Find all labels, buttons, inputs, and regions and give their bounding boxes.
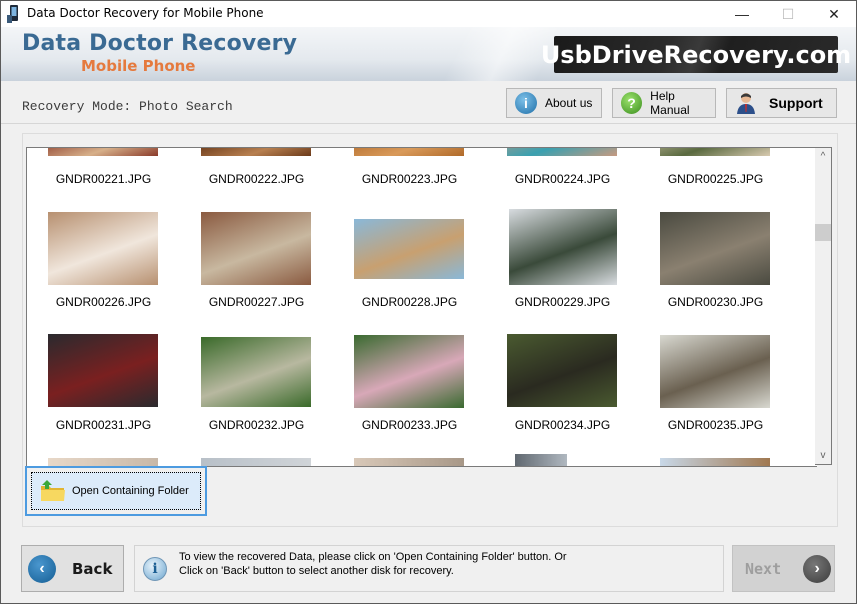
photo-thumbnail[interactable] bbox=[509, 209, 617, 285]
mode-bar: Recovery Mode: Photo Search i About us ?… bbox=[1, 81, 856, 124]
about-us-button[interactable]: i About us bbox=[506, 88, 602, 118]
info-message-line-1: To view the recovered Data, please click… bbox=[179, 551, 567, 563]
photo-thumbnail[interactable] bbox=[507, 148, 617, 156]
close-button[interactable]: ✕ bbox=[811, 1, 856, 27]
photo-thumbnail[interactable] bbox=[354, 219, 464, 279]
back-arrow-icon: ‹ bbox=[28, 554, 56, 583]
scroll-thumb[interactable] bbox=[815, 224, 831, 241]
brand-logo: UsbDriveRecovery.com bbox=[541, 36, 851, 73]
photo-thumbnail[interactable] bbox=[660, 335, 770, 408]
open-folder-label: Open Containing Folder bbox=[72, 485, 189, 497]
scroll-down-button[interactable]: v bbox=[815, 447, 831, 464]
window-title: Data Doctor Recovery for Mobile Phone bbox=[27, 6, 264, 20]
info-icon: i bbox=[515, 92, 537, 114]
scroll-up-button[interactable]: ^ bbox=[815, 148, 831, 165]
support-button[interactable]: Support bbox=[726, 88, 837, 118]
title-bar: Data Doctor Recovery for Mobile Phone — … bbox=[1, 1, 856, 27]
chevron-up-icon: ^ bbox=[820, 151, 826, 162]
chevron-down-icon: v bbox=[820, 450, 826, 461]
close-icon: ✕ bbox=[828, 5, 840, 22]
minimize-button[interactable]: — bbox=[719, 1, 765, 27]
photo-thumbnail[interactable] bbox=[201, 458, 311, 466]
product-title: Data Doctor Recovery bbox=[22, 31, 298, 56]
app-phone-icon bbox=[7, 5, 18, 23]
support-person-icon bbox=[735, 92, 757, 114]
next-button[interactable]: Next › bbox=[732, 545, 835, 592]
info-message-box: i To view the recovered Data, please cli… bbox=[134, 545, 724, 592]
next-label: Next bbox=[745, 559, 782, 578]
photo-item[interactable]: GNDR00230.JPG bbox=[639, 173, 792, 313]
next-arrow-icon: › bbox=[803, 554, 832, 583]
photo-grid[interactable]: GNDR00221.JPG GNDR00222.JPG GNDR00223.JPG G… bbox=[26, 147, 817, 467]
photo-filename: GNDR00235.JPG bbox=[667, 418, 764, 432]
maximize-button[interactable]: ☐ bbox=[765, 1, 811, 27]
support-label: Support bbox=[769, 95, 823, 111]
minimize-icon: — bbox=[735, 6, 749, 22]
open-containing-folder-button[interactable]: Open Containing Folder bbox=[25, 466, 207, 516]
photo-thumbnail[interactable] bbox=[660, 212, 770, 285]
app-window: Data Doctor Recovery for Mobile Phone — … bbox=[0, 0, 857, 604]
maximize-icon: ☐ bbox=[781, 5, 795, 22]
photo-filename: GNDR00234.JPG bbox=[514, 418, 611, 432]
photo-thumbnail[interactable] bbox=[354, 335, 464, 408]
photo-item[interactable]: GNDR00235.JPG bbox=[639, 296, 792, 436]
back-button[interactable]: ‹ Back bbox=[21, 545, 124, 592]
photo-filename: GNDR00232.JPG bbox=[208, 418, 305, 432]
photo-item[interactable]: GNDR00229.JPG bbox=[486, 173, 639, 313]
photo-item[interactable]: GNDR00233.JPG bbox=[333, 296, 486, 436]
photo-thumbnail[interactable] bbox=[515, 454, 567, 466]
photo-filename: GNDR00233.JPG bbox=[361, 418, 458, 432]
photo-item[interactable]: GNDR00231.JPG bbox=[27, 296, 180, 436]
photo-thumbnail[interactable] bbox=[201, 148, 311, 156]
photo-item[interactable]: GNDR00232.JPG bbox=[180, 296, 333, 436]
photo-thumbnail[interactable] bbox=[354, 458, 464, 466]
photo-item[interactable]: GNDR00227.JPG bbox=[180, 173, 333, 313]
photo-thumbnail[interactable] bbox=[201, 337, 311, 407]
photo-filename: GNDR00231.JPG bbox=[55, 418, 152, 432]
folder-open-icon bbox=[41, 480, 65, 501]
back-label: Back bbox=[72, 559, 113, 578]
photo-thumbnail[interactable] bbox=[354, 148, 464, 156]
photo-thumbnail[interactable] bbox=[660, 458, 770, 466]
header-banner: Data Doctor Recovery Mobile Phone UsbDri… bbox=[1, 27, 856, 81]
about-us-label: About us bbox=[545, 96, 593, 110]
help-manual-label: Help Manual bbox=[650, 89, 690, 117]
info-icon: i bbox=[143, 557, 167, 581]
photo-item[interactable]: GNDR00234.JPG bbox=[486, 296, 639, 436]
question-icon: ? bbox=[621, 92, 643, 114]
photo-item[interactable]: GNDR00228.JPG bbox=[333, 173, 486, 313]
photo-thumbnail[interactable] bbox=[48, 334, 158, 407]
open-folder-focus: Open Containing Folder bbox=[31, 472, 201, 510]
help-manual-button[interactable]: ? Help Manual bbox=[612, 88, 716, 118]
photo-item[interactable]: GNDR00226.JPG bbox=[27, 173, 180, 313]
photo-thumbnail[interactable] bbox=[201, 212, 311, 285]
info-message-line-2: Click on 'Back' button to select another… bbox=[179, 565, 454, 577]
photo-thumbnail[interactable] bbox=[48, 148, 158, 156]
photo-thumbnail[interactable] bbox=[507, 334, 617, 407]
vertical-scrollbar[interactable]: ^ v bbox=[815, 147, 832, 465]
photo-thumbnail[interactable] bbox=[48, 212, 158, 285]
photo-thumbnail[interactable] bbox=[660, 148, 770, 156]
product-subtitle: Mobile Phone bbox=[81, 57, 196, 75]
recovery-mode-label: Recovery Mode: Photo Search bbox=[22, 99, 233, 114]
